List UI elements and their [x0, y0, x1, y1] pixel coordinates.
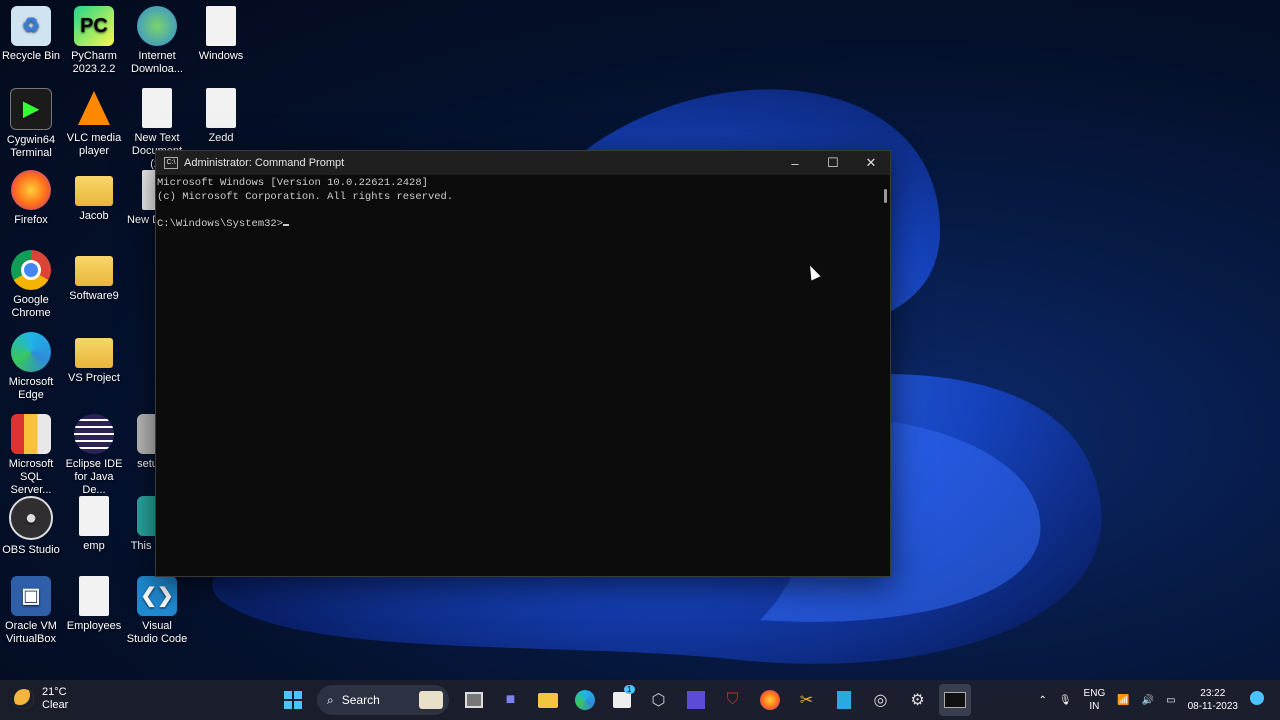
desktop-icon-eclipse[interactable]: Eclipse IDE for Java De... [63, 414, 125, 497]
start-button[interactable] [277, 684, 309, 716]
window-titlebar[interactable]: C:\ Administrator: Command Prompt – ☐ ✕ [156, 151, 890, 175]
taskbar-apps: ⌕ Search ■ 1 ⬡ ⛉ ✂ ◎ ⚙ [274, 684, 973, 716]
snipping-tool-icon[interactable]: ✂ [791, 684, 823, 716]
taskbar-search[interactable]: ⌕ Search [317, 685, 449, 715]
desktop-icon-cygwin[interactable]: ▶ Cygwin64 Terminal [0, 88, 62, 160]
desktop-icon-software9[interactable]: Software9 [63, 250, 125, 303]
search-icon: ⌕ [327, 692, 334, 707]
recycle-bin-icon: ♻ [11, 6, 51, 46]
desktop-icon-windows[interactable]: Windows [190, 6, 252, 63]
desktop-icon-edge[interactable]: Microsoft Edge [0, 332, 62, 402]
eclipse-icon [74, 414, 114, 454]
desktop-icon-jacob[interactable]: Jacob [63, 170, 125, 223]
document-icon [206, 6, 236, 46]
moon-icon [14, 689, 34, 709]
console-output[interactable]: Microsoft Windows [Version 10.0.22621.24… [156, 175, 890, 231]
edge-icon [11, 332, 51, 372]
desktop-icon-vlc[interactable]: VLC media player [63, 88, 125, 158]
desktop-icon-recycle-bin[interactable]: ♻ Recycle Bin [0, 6, 62, 63]
search-highlight-icon [419, 691, 443, 709]
volume-icon[interactable]: 🔊 [1142, 694, 1154, 707]
terminal-taskbar-icon[interactable] [938, 684, 971, 716]
language-indicator[interactable]: ENG IN [1084, 687, 1106, 713]
task-view-icon[interactable] [458, 684, 490, 716]
unity-icon[interactable]: ⬡ [643, 684, 675, 716]
chrome-icon [11, 250, 51, 290]
command-prompt-window[interactable]: C:\ Administrator: Command Prompt – ☐ ✕ … [155, 150, 891, 577]
console-prompt: C:\Windows\System32> [157, 217, 284, 230]
store-badge: 1 [624, 685, 635, 694]
close-button[interactable]: ✕ [852, 151, 890, 175]
firefox-icon [11, 170, 51, 210]
desktop-icon-idm[interactable]: Internet Downloa... [126, 6, 188, 76]
desktop-icon-virtualbox[interactable]: ▣ Oracle VM VirtualBox [0, 576, 62, 646]
document-icon [79, 496, 109, 536]
notepad-icon[interactable] [828, 684, 860, 716]
desktop-icon-chrome[interactable]: Google Chrome [0, 250, 62, 320]
edge-taskbar-icon[interactable] [569, 684, 601, 716]
sql-server-icon [11, 414, 51, 454]
desktop-icon-obs[interactable]: ● OBS Studio [0, 496, 62, 557]
document-icon [142, 88, 172, 128]
recorder-icon[interactable]: ◎ [865, 684, 897, 716]
desktop-icon-employees[interactable]: Employees [63, 576, 125, 633]
windows-logo-icon [283, 691, 302, 709]
notifications-icon[interactable] [1250, 691, 1264, 709]
cygwin-icon: ▶ [10, 88, 52, 130]
window-title: Administrator: Command Prompt [184, 157, 345, 169]
store-icon[interactable]: 1 [606, 684, 638, 716]
virtualbox-icon: ▣ [11, 576, 51, 616]
obs-icon: ● [9, 496, 53, 540]
visual-studio-icon[interactable] [680, 684, 712, 716]
settings-icon[interactable]: ⚙ [902, 684, 934, 716]
microphone-icon[interactable]: 🎙 [1059, 694, 1072, 707]
desktop-icon-zedd[interactable]: Zedd [190, 88, 252, 145]
desktop-icon-sql-server[interactable]: Microsoft SQL Server... [0, 414, 62, 497]
console-line-version: Microsoft Windows [Version 10.0.22621.24… [157, 177, 428, 189]
vlc-icon [74, 88, 114, 128]
console-line-copyright: (c) Microsoft Corporation. All rights re… [157, 190, 454, 203]
search-label: Search [341, 693, 380, 707]
clock-date: 08-11-2023 [1187, 701, 1238, 712]
firefox-taskbar-icon[interactable] [754, 684, 786, 716]
document-icon [206, 88, 236, 128]
weather-description: Clear [42, 699, 69, 711]
scrollbar-thumb[interactable] [884, 189, 887, 203]
desktop-icon-firefox[interactable]: Firefox [0, 170, 62, 227]
folder-icon [75, 176, 113, 206]
internet-download-manager-icon [137, 6, 177, 46]
maximize-button[interactable]: ☐ [814, 151, 852, 175]
cmd-icon: C:\ [164, 157, 178, 169]
file-explorer-icon[interactable] [532, 684, 564, 716]
weather-widget[interactable]: 21°C Clear [14, 686, 68, 712]
vscode-icon: ❮❯ [137, 576, 177, 616]
taskbar: 21°C Clear ⌕ Search ■ 1 ⬡ ⛉ ✂ ◎ ⚙ ⌃ 🎙 EN… [0, 680, 1280, 720]
folder-icon [75, 256, 113, 286]
chevron-up-icon[interactable]: ⌃ [1038, 694, 1046, 707]
clock[interactable]: 23:22 08-11-2023 [1188, 687, 1238, 713]
desktop-icon-pycharm[interactable]: PC PyCharm 2023.2.2 [63, 6, 125, 76]
minimize-button[interactable]: – [776, 151, 814, 175]
folder-icon [75, 338, 113, 368]
desktop-icon-emp[interactable]: emp [63, 496, 125, 553]
document-icon [79, 576, 109, 616]
system-tray: ⌃ 🎙 ENG IN 📶 🔊 ▭ 23:22 08-11-2023 [1032, 680, 1270, 720]
clock-time: 23:22 [1200, 688, 1226, 699]
battery-icon[interactable]: ▭ [1166, 694, 1175, 707]
weather-temperature: 21°C [42, 686, 67, 698]
pycharm-icon: PC [74, 6, 114, 46]
text-cursor [283, 223, 290, 226]
wifi-icon[interactable]: 📶 [1117, 694, 1129, 707]
desktop-icon-vs-project[interactable]: VS Project [63, 332, 125, 385]
teams-chat-icon[interactable]: ■ [495, 684, 527, 716]
desktop-icon-vscode[interactable]: ❮❯ Visual Studio Code [126, 576, 188, 646]
mcafee-icon[interactable]: ⛉ [717, 684, 749, 716]
